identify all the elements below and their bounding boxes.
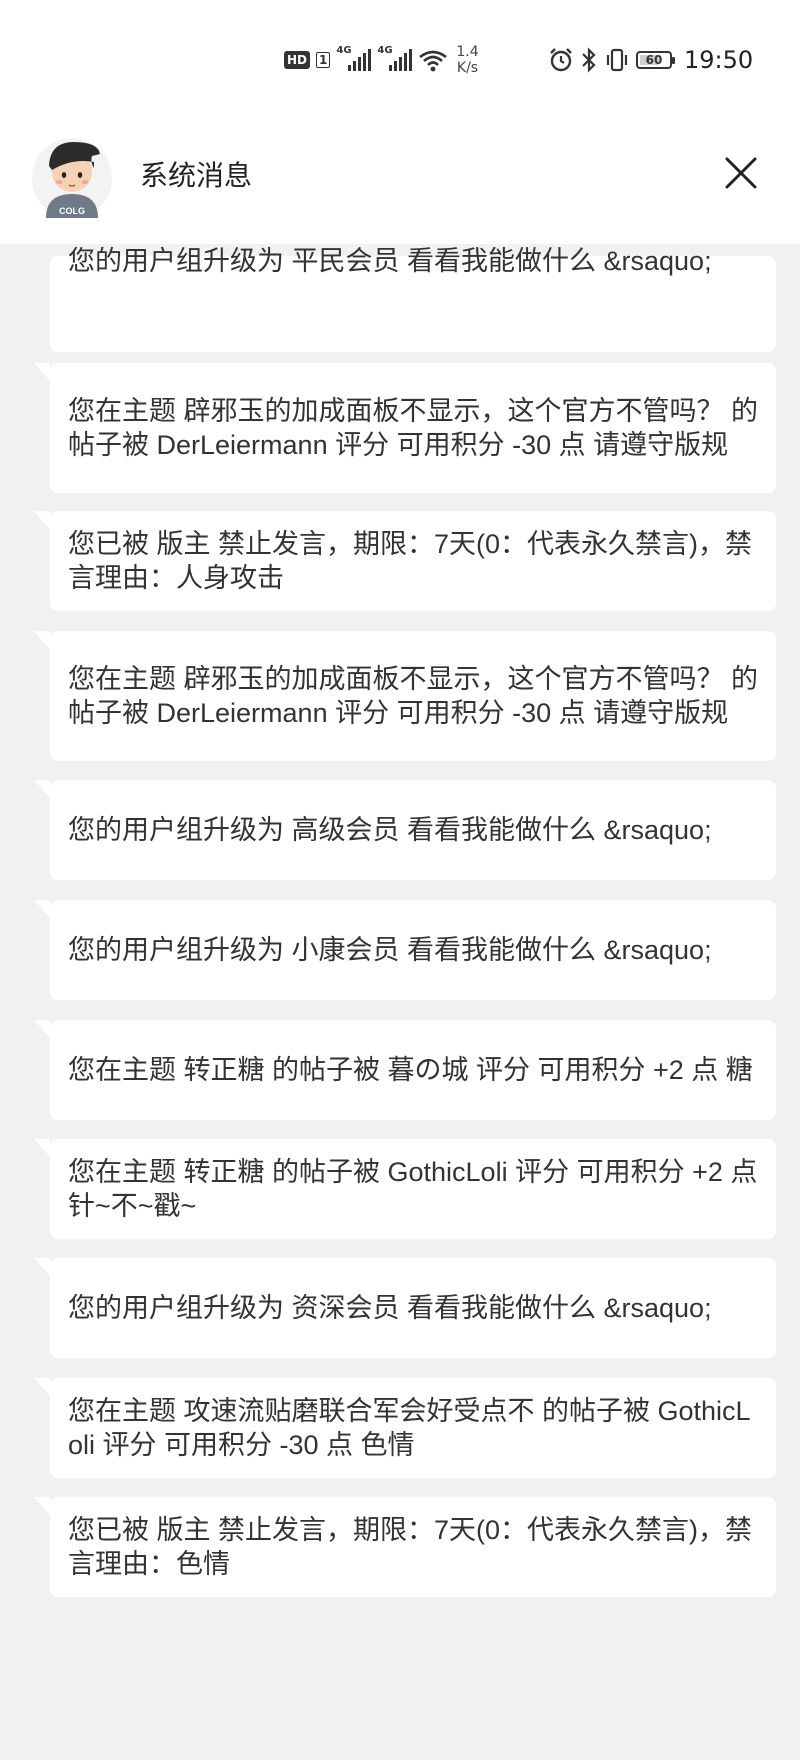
vibrate-icon [606,48,628,72]
status-right-group: 60 19:50 [548,44,753,76]
net-speed-value: 1.4 [456,44,479,60]
message-text: 您的用户组升级为 平民会员 看看我能做什么 &rsaquo; [68,246,712,276]
message-text: 您的用户组升级为 小康会员 看看我能做什么 &rsaquo; [68,935,712,965]
message-text: 您已被 版主 禁止发言，期限：7天(0：代表永久禁言)，禁言理由：人身攻击 [68,529,753,593]
message-bubble[interactable]: 您在主题 转正糖 的帖子被 暮の城 评分 可用积分 +2 点 糖 [34,1020,776,1120]
message-bubble[interactable]: 您在主题 辟邪玉的加成面板不显示，这个官方不管吗？ 的帖子被 DerLeierm… [34,363,776,493]
message-bubble[interactable]: 您已被 版主 禁止发言，期限：7天(0：代表永久禁言)，禁言理由：色情 [34,1497,776,1597]
page-title: 系统消息 [140,160,253,191]
alarm-icon [550,48,572,72]
status-left-group: HD 1 4G 4G 1.4 K/s [284,44,479,76]
message-bubble[interactable]: 您的用户组升级为 小康会员 看看我能做什么 &rsaquo; [34,900,776,1000]
sim-badge: 1 [316,52,331,68]
message-text: 您的用户组升级为 高级会员 看看我能做什么 &rsaquo; [68,815,712,845]
network-speed: 1.4 K/s [456,44,478,76]
message-text: 您在主题 转正糖 的帖子被 暮の城 评分 可用积分 +2 点 糖 [68,1055,753,1085]
message-list[interactable]: 您的用户组升级为 平民会员 看看我能做什么 &rsaquo; 您在主题 辟邪玉的… [0,244,800,1760]
close-icon [725,157,757,189]
network-type-label: 4G [336,45,352,56]
hd-badge: HD [284,51,311,69]
bluetooth-icon [582,47,596,73]
signal-icon: 4G [336,45,372,71]
network-type-label-2: 4G [377,45,393,56]
battery-level: 60 [645,53,663,67]
message-text: 您在主题 辟邪玉的加成面板不显示，这个官方不管吗？ 的帖子被 DerLeierm… [68,396,759,460]
close-button[interactable] [716,148,766,198]
message-text: 您在主题 转正糖 的帖子被 GothicLoli 评分 可用积分 +2 点 针~… [68,1157,758,1221]
message-text: 您的用户组升级为 资深会员 看看我能做什么 &rsaquo; [68,1293,712,1323]
message-bubble[interactable]: 您在主题 转正糖 的帖子被 GothicLoli 评分 可用积分 +2 点 针~… [34,1139,776,1239]
avatar-label: COLG [59,206,85,216]
message-text: 您在主题 攻速流贴磨联合军会好受点不 的帖子被 GothicLoli 评分 可用… [68,1396,751,1460]
message-bubble[interactable]: 您的用户组升级为 平民会员 看看我能做什么 &rsaquo; [50,246,776,352]
message-bubble[interactable]: 您在主题 攻速流贴磨联合军会好受点不 的帖子被 GothicLoli 评分 可用… [34,1378,776,1478]
header: COLG 系统消息 [0,120,800,244]
avatar[interactable]: COLG [32,132,112,218]
message-text: 您在主题 辟邪玉的加成面板不显示，这个官方不管吗？ 的帖子被 DerLeierm… [68,664,759,728]
status-bar: HD 1 4G 4G 1.4 K/s 60 19:50 [0,0,800,120]
net-speed-unit: K/s [456,60,479,76]
wifi-icon [419,50,448,72]
status-time: 19:50 [684,46,754,74]
message-bubble[interactable]: 您已被 版主 禁止发言，期限：7天(0：代表永久禁言)，禁言理由：人身攻击 [34,511,776,611]
message-bubble[interactable]: 您的用户组升级为 资深会员 看看我能做什么 &rsaquo; [34,1258,776,1358]
message-bubble[interactable]: 您在主题 辟邪玉的加成面板不显示，这个官方不管吗？ 的帖子被 DerLeierm… [34,631,776,761]
signal-icon-2: 4G [377,45,413,71]
message-text: 您已被 版主 禁止发言，期限：7天(0：代表永久禁言)，禁言理由：色情 [68,1515,753,1579]
battery-icon: 60 [636,51,675,69]
message-bubble[interactable]: 您的用户组升级为 高级会员 看看我能做什么 &rsaquo; [34,780,776,880]
